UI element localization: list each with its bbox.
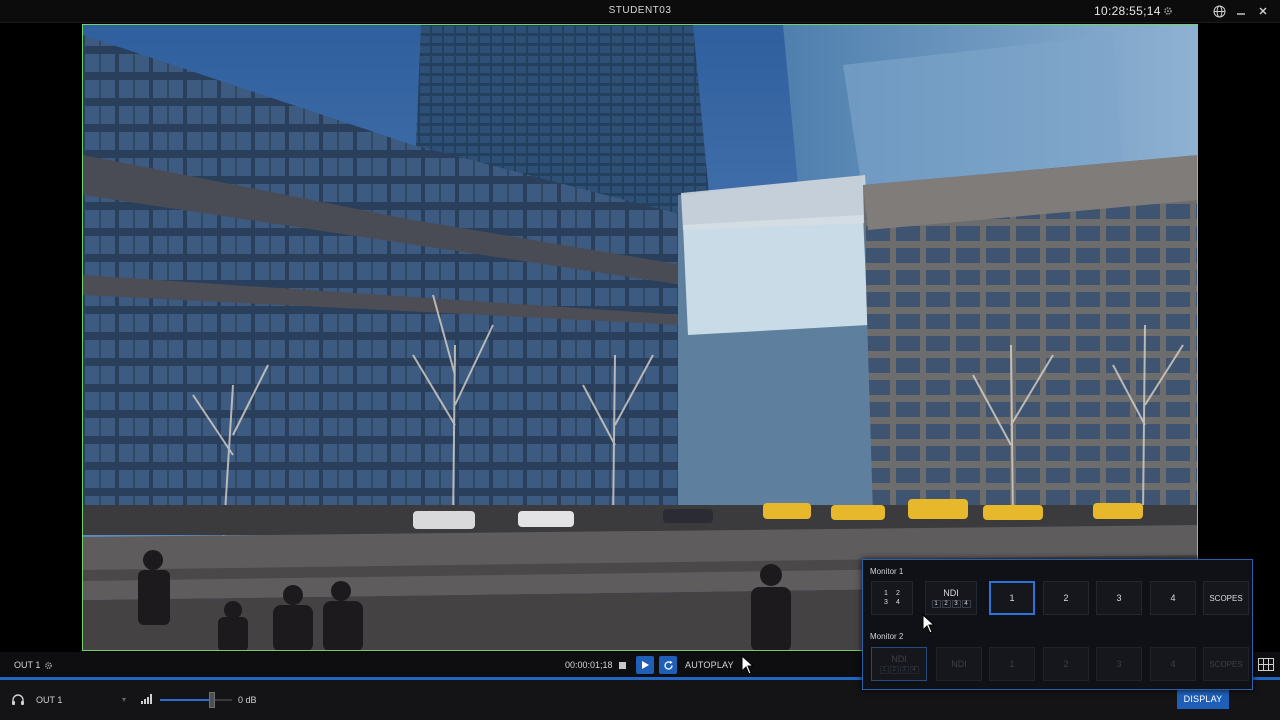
monitor1-source-3-button[interactable]: 3 [1096,581,1142,615]
stop-button[interactable] [613,656,631,674]
autoplay-toggle[interactable]: AUTOPLAY [685,660,734,670]
timecode: 00:00:01;18 [565,660,613,670]
ndi-sub-label: 2 [889,666,899,674]
ndi-sub-label: 3 [899,666,909,674]
volume-fill [160,699,212,701]
ndi-sub-label: 1 [879,666,889,674]
output-label: OUT 1 [14,660,41,670]
ndi-sub-label: 3 [951,600,961,608]
ndi-sub-label: 4 [909,666,919,674]
monitor2-source-4-button[interactable]: 4 [1150,647,1196,681]
ndi-label: NDI [943,588,959,598]
volume-slider-thumb[interactable] [208,692,215,708]
title-bar: STUDENT03 10:28:55;14 [0,0,1280,23]
ndi-sub-label: 4 [961,600,971,608]
close-icon[interactable] [1255,3,1271,19]
play-icon [642,661,649,669]
signal-icon [141,694,153,707]
layout-button[interactable] [1257,656,1275,672]
globe-icon[interactable] [1211,3,1227,19]
volume-slider[interactable] [160,699,232,701]
mouse-cursor-icon [741,655,755,675]
monitor1-source-1-button[interactable]: 1 [989,581,1035,615]
monitor1-source-2-button[interactable]: 2 [1043,581,1089,615]
quad-label: 3 [884,599,888,606]
display-button[interactable]: DISPLAY [1177,690,1229,709]
ndi-sub-label: 2 [941,600,951,608]
quad-label: 1 [884,590,888,597]
audio-output-select[interactable]: OUT 1 ▾ [32,693,130,707]
monitor2-label: Monitor 2 [870,632,904,641]
gear-icon[interactable] [1160,3,1176,19]
mouse-cursor-icon [922,614,936,634]
loop-icon [663,660,673,670]
monitor2-ndi-button[interactable]: NDI [936,647,982,681]
audio-output-value: OUT 1 [36,695,63,705]
video-frame [83,25,1197,650]
loop-button[interactable] [659,656,677,674]
monitor2-ndi-quad-button[interactable]: NDI 1 2 3 4 [871,647,927,681]
monitor1-source-4-button[interactable]: 4 [1150,581,1196,615]
monitor-panel: Monitor 1 1 2 3 4 NDI 1 2 3 4 1 2 3 4 SC… [862,559,1253,690]
quad-label: 2 [896,590,900,597]
monitor1-label: Monitor 1 [870,567,904,576]
chevron-down-icon: ▾ [121,695,126,704]
volume-label: 0 dB [238,695,257,705]
monitor1-quad-button[interactable]: 1 2 3 4 [871,581,913,615]
ndi-label: NDI [891,654,907,664]
monitor2-source-2-button[interactable]: 2 [1043,647,1089,681]
monitor2-source-1-button[interactable]: 1 [989,647,1035,681]
gear-icon[interactable] [44,661,53,670]
minimize-icon[interactable] [1233,3,1249,19]
stop-icon [618,661,626,669]
headphones-icon [11,693,25,709]
output-selector[interactable]: OUT 1 [14,660,53,670]
quad-label: 4 [896,599,900,606]
monitor2-source-3-button[interactable]: 3 [1096,647,1142,681]
window-title: STUDENT03 [608,5,672,16]
layout-icon [1258,657,1274,671]
monitor1-scopes-button[interactable]: SCOPES [1203,581,1249,615]
system-clock: 10:28:55;14 [1094,4,1161,18]
monitor2-scopes-button[interactable]: SCOPES [1203,647,1249,681]
monitor1-ndi-button[interactable]: NDI 1 2 3 4 [925,581,977,615]
play-button[interactable] [636,656,654,674]
video-viewport[interactable] [82,24,1198,651]
ndi-sub-label: 1 [931,600,941,608]
